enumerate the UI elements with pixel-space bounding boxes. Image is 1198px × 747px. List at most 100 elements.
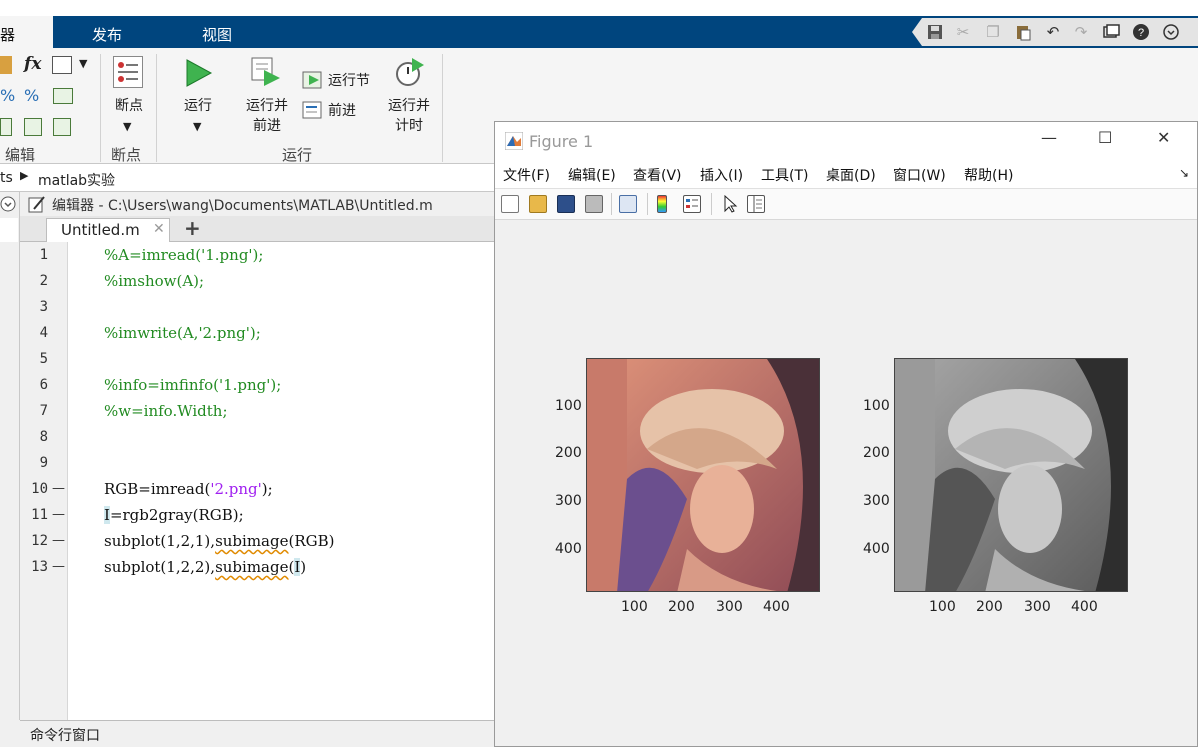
code-line[interactable]: %info=imfinfo('1.png'); [104, 376, 281, 394]
code-line[interactable]: RGB=imread('2.png'); [104, 480, 273, 498]
undo-icon[interactable]: ↶ [1044, 23, 1062, 41]
ribbon-divider [156, 54, 157, 162]
y-tick-3: 300 [863, 493, 890, 509]
run-and-advance-icon[interactable] [250, 56, 282, 88]
insert-function-icon[interactable] [52, 56, 72, 74]
x-tick-3: 300 [716, 599, 743, 615]
code-token: %imwrite(A,'2.png'); [104, 324, 261, 342]
colorbar-icon[interactable] [657, 195, 667, 213]
run-button[interactable]: 运行 [182, 96, 214, 116]
close-button[interactable]: ✕ [1157, 128, 1170, 147]
help-icon[interactable]: ? [1132, 23, 1150, 41]
code-line[interactable]: %imwrite(A,'2.png'); [104, 324, 261, 342]
save-icon[interactable] [926, 23, 944, 41]
run-section-button[interactable]: 运行节 [328, 71, 370, 91]
run-time-label-2[interactable]: 计时 [385, 116, 433, 136]
add-tab-button[interactable]: + [184, 216, 201, 240]
menu-help[interactable]: 帮助(H) [964, 165, 1013, 185]
switch-windows-icon[interactable] [1102, 23, 1120, 41]
new-figure-icon[interactable] [501, 195, 519, 213]
legend-icon[interactable] [683, 195, 701, 213]
close-tab-icon[interactable]: ✕ [153, 221, 165, 237]
line-gutter: 1 2 3 4 5 6 7 8 9 10—11—12—13— [20, 242, 68, 720]
uncomment-icon[interactable]: % [24, 86, 39, 105]
breakpoints-icon[interactable] [113, 56, 143, 88]
code-token: (RGB) [288, 532, 335, 550]
wrap-comments-icon[interactable] [53, 88, 73, 104]
breakpoints-button[interactable]: 断点 [113, 96, 145, 116]
lena-color-image [587, 359, 819, 591]
run-section-icon[interactable] [302, 70, 324, 90]
section-label-run: 运行 [282, 146, 313, 164]
run-advance-label-1[interactable]: 运行并 [243, 96, 291, 116]
menu-view[interactable]: 查看(V) [633, 165, 682, 185]
command-window-header[interactable]: 命令行窗口 [20, 720, 496, 747]
code-line[interactable]: subplot(1,2,1),subimage(RGB) [104, 532, 334, 550]
menu-insert[interactable]: 插入(I) [700, 165, 743, 185]
breakpoint-marker[interactable]: — [52, 507, 65, 522]
menu-window[interactable]: 窗口(W) [893, 165, 946, 185]
menu-edit[interactable]: 编辑(E) [568, 165, 616, 185]
code-line[interactable]: %w=info.Width; [104, 402, 228, 420]
editor-panel: 编辑器 - C:\Users\wang\Documents\MATLAB\Unt… [0, 192, 516, 747]
code-line[interactable]: %A=imread('1.png'); [104, 246, 263, 264]
print-icon[interactable] [585, 195, 603, 213]
chevron-down-icon[interactable]: ▼ [123, 120, 131, 133]
panel-actions-icon[interactable] [0, 196, 16, 212]
x-tick-1: 100 [929, 599, 956, 615]
advance-button[interactable]: 前进 [328, 101, 356, 121]
code-token: subplot(1,2,2), [104, 558, 216, 576]
comment-icon[interactable]: % [0, 86, 15, 105]
chevron-down-icon[interactable]: ▼ [193, 120, 201, 133]
pointer-icon[interactable] [721, 195, 739, 213]
fx-icon[interactable]: fx [24, 54, 41, 74]
breakpoint-marker[interactable]: — [52, 533, 65, 548]
copy-icon[interactable]: ❐ [984, 23, 1002, 41]
breadcrumb-prefix[interactable]: ts [0, 170, 13, 186]
menu-desktop[interactable]: 桌面(D) [826, 165, 876, 185]
figure-menu-bar: 文件(F) 编辑(E) 查看(V) 插入(I) 工具(T) 桌面(D) 窗口(W… [495, 160, 1197, 188]
increase-indent-icon[interactable] [24, 118, 42, 136]
breadcrumb-folder[interactable]: matlab实验 [38, 170, 115, 190]
minimize-button[interactable]: — [1041, 128, 1057, 147]
save-figure-icon[interactable] [557, 195, 575, 213]
chevron-down-icon[interactable]: ▼ [79, 57, 87, 70]
tab-untitled[interactable]: Untitled.m ✕ [46, 218, 170, 242]
code-line[interactable]: I=rgb2gray(RGB); [104, 506, 244, 524]
ribbon-divider [442, 54, 443, 162]
line-number: 8 [39, 429, 48, 445]
insert-section-icon[interactable] [0, 56, 12, 74]
line-number: 5 [39, 351, 48, 367]
maximize-button[interactable]: ☐ [1098, 128, 1112, 147]
axes-gray-image[interactable] [894, 358, 1128, 592]
tab-publish[interactable]: 发布 [92, 24, 122, 45]
run-and-time-icon[interactable] [394, 56, 426, 88]
code-token: subimage [215, 558, 289, 576]
tab-editor[interactable]: 器 [0, 16, 53, 48]
menu-file[interactable]: 文件(F) [503, 165, 550, 185]
code-line[interactable]: %imshow(A); [104, 272, 204, 290]
axes-rgb-image[interactable] [586, 358, 820, 592]
run-icon[interactable] [183, 58, 213, 88]
options-dropdown-icon[interactable] [1162, 23, 1180, 41]
run-time-label-1[interactable]: 运行并 [385, 96, 433, 116]
decrease-indent-icon[interactable] [53, 118, 71, 136]
indent-icon[interactable] [0, 118, 12, 136]
editor-title: 编辑器 - C:\Users\wang\Documents\MATLAB\Unt… [52, 198, 433, 214]
link-plot-icon[interactable] [619, 195, 637, 213]
breakpoint-marker[interactable]: — [52, 559, 65, 574]
cut-icon[interactable]: ✂ [954, 23, 972, 41]
tab-view[interactable]: 视图 [202, 24, 232, 45]
run-advance-label-2[interactable]: 前进 [243, 116, 291, 136]
code-token: '2.png' [210, 480, 262, 498]
breakpoint-marker[interactable]: — [52, 481, 65, 496]
code-line[interactable]: subplot(1,2,2),subimage(I) [104, 558, 306, 576]
menu-tools[interactable]: 工具(T) [761, 165, 808, 185]
paste-icon[interactable] [1014, 23, 1032, 41]
advance-icon[interactable] [302, 100, 324, 120]
open-file-icon[interactable] [529, 195, 547, 213]
code-area[interactable]: 1 2 3 4 5 6 7 8 9 10—11—12—13— %A=imread('1.png')… [20, 242, 496, 720]
dock-arrow-icon[interactable]: ↘ [1179, 166, 1189, 180]
property-editor-icon[interactable] [747, 195, 765, 213]
redo-icon[interactable]: ↷ [1072, 23, 1090, 41]
